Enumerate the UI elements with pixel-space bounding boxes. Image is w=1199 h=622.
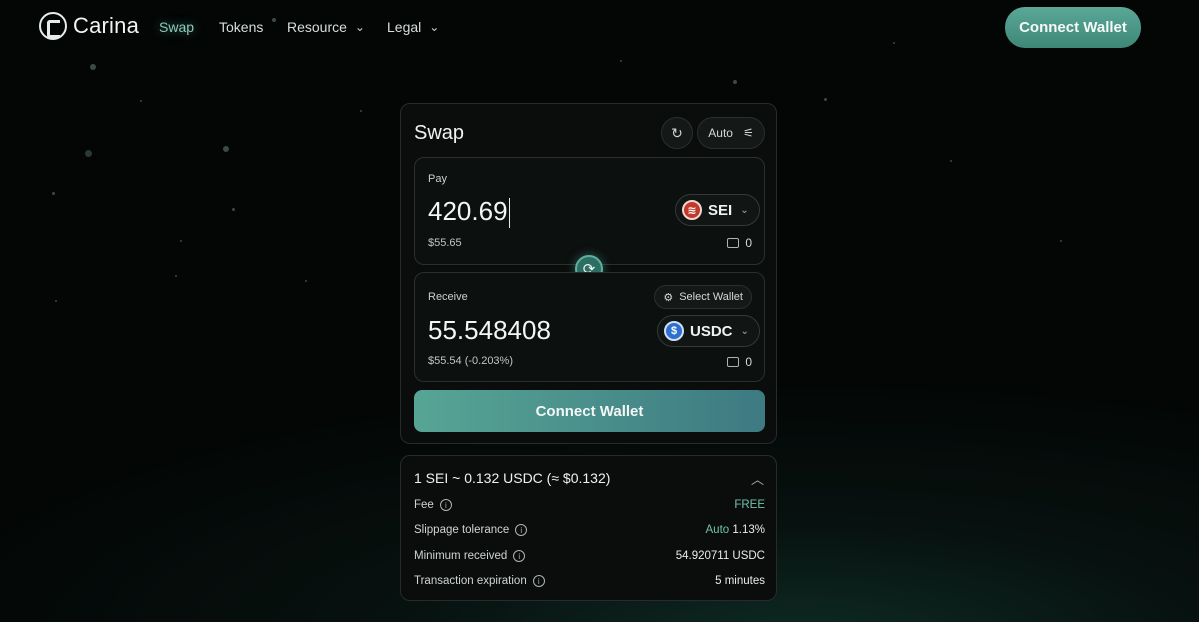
chevron-down-icon: ⌄ [429, 20, 440, 34]
star-decoration [950, 160, 952, 162]
fee-row: Fee i FREE [414, 499, 765, 511]
star-decoration [90, 64, 96, 70]
refresh-button[interactable]: ↻ [661, 117, 693, 149]
star-decoration [232, 208, 235, 211]
swap-details-card: 1 SEI ~ 0.132 USDC (≈ $0.132) ︿ Fee i FR… [400, 455, 777, 601]
usdc-token-icon: $ [664, 321, 684, 341]
nav-link-legal[interactable]: Legal ⌄ [387, 19, 439, 35]
receive-usd-value: $55.54 (-0.203%) [428, 355, 513, 367]
info-icon[interactable]: i [513, 550, 526, 562]
slippage-row: Slippage tolerance i Auto 1.13% [414, 524, 765, 536]
minimum-received-label: Minimum received [414, 550, 508, 562]
sliders-icon: ⚟ [742, 126, 754, 140]
nav-link-tokens[interactable]: Tokens [219, 19, 263, 35]
receive-balance: 0 [727, 355, 752, 369]
chevron-down-icon: ⌄ [740, 204, 749, 216]
pay-usd-value: $55.65 [428, 237, 462, 249]
receive-balance-value: 0 [745, 355, 752, 369]
minimum-received-row: Minimum received i 54.920711 USDC [414, 550, 765, 562]
slippage-auto-label: Auto [705, 524, 730, 536]
gear-icon: ⚙ [663, 291, 674, 304]
nav-link-resource-label: Resource [287, 19, 347, 35]
pay-balance-value: 0 [745, 236, 752, 250]
star-decoration [52, 192, 55, 195]
chevron-down-icon: ⌄ [740, 325, 749, 337]
nav-link-resource[interactable]: Resource ⌄ [287, 19, 365, 35]
slippage-settings-button[interactable]: Auto ⚟ [697, 117, 765, 149]
wallet-icon [727, 357, 740, 367]
info-icon[interactable]: i [532, 575, 545, 587]
top-navigation: Carina Swap Tokens Resource ⌄ Legal ⌄ Co… [0, 0, 1199, 56]
text-caret [508, 198, 510, 229]
exchange-rate: 1 SEI ~ 0.132 USDC (≈ $0.132) [414, 470, 611, 486]
receive-label: Receive [428, 291, 468, 303]
brand-logo[interactable]: Carina [39, 12, 139, 40]
fee-label: Fee [414, 499, 434, 511]
receive-amount: 55.548408 [428, 315, 551, 345]
refresh-icon: ↻ [671, 124, 683, 141]
star-decoration [180, 240, 182, 242]
pay-panel: Pay 420.69 ≋ SEI ⌄ $55.65 0 [414, 157, 765, 265]
fee-value: FREE [734, 499, 765, 511]
star-decoration [1060, 240, 1062, 242]
transaction-expiration-label: Transaction expiration [414, 575, 527, 587]
info-icon[interactable]: i [439, 499, 452, 511]
auto-label: Auto [708, 126, 733, 140]
info-icon[interactable]: i [515, 524, 528, 536]
star-decoration [305, 280, 307, 282]
nav-link-swap[interactable]: Swap [159, 19, 194, 35]
wallet-icon [727, 238, 740, 248]
transaction-expiration-row: Transaction expiration i 5 minutes [414, 575, 765, 587]
carina-logo-icon [39, 12, 67, 40]
connect-wallet-button[interactable]: Connect Wallet [414, 390, 765, 432]
star-decoration [140, 100, 142, 102]
star-decoration [733, 80, 737, 84]
connect-wallet-header-button[interactable]: Connect Wallet [1005, 7, 1141, 48]
swap-title: Swap [414, 122, 465, 144]
receive-token-select[interactable]: $ USDC ⌄ [657, 315, 760, 347]
pay-amount-input[interactable]: 420.69 [428, 196, 510, 229]
select-wallet-button[interactable]: ⚙ Select Wallet [654, 285, 752, 309]
brand-name: Carina [73, 13, 140, 38]
select-wallet-label: Select Wallet [679, 291, 743, 303]
pay-token-symbol: SEI [708, 201, 733, 219]
pay-balance: 0 [727, 236, 752, 250]
swap-card: Swap ↻ Auto ⚟ Pay 420.69 ≋ SEI ⌄ $55.65 … [400, 103, 777, 444]
star-decoration [360, 110, 362, 112]
receive-token-symbol: USDC [690, 322, 733, 340]
slippage-value: 1.13% [732, 524, 765, 536]
minimum-received-value: 54.920711 USDC [675, 550, 765, 562]
star-decoration [223, 146, 229, 152]
transaction-expiration-value: 5 minutes [715, 575, 765, 587]
chevron-down-icon: ⌄ [354, 20, 365, 34]
sei-token-icon: ≋ [682, 200, 702, 220]
star-decoration [620, 60, 622, 62]
pay-label: Pay [428, 173, 447, 185]
nav-link-legal-label: Legal [387, 19, 422, 35]
slippage-label: Slippage tolerance [414, 524, 510, 536]
pay-token-select[interactable]: ≋ SEI ⌄ [675, 194, 760, 226]
star-decoration [175, 275, 177, 277]
star-decoration [85, 150, 92, 157]
receive-panel: Receive ⚙ Select Wallet 55.548408 $ USDC… [414, 272, 765, 382]
star-decoration [824, 98, 827, 101]
collapse-chevron-up-icon[interactable]: ︿ [751, 469, 764, 488]
star-decoration [55, 300, 57, 302]
pay-amount-value: 420.69 [428, 196, 508, 226]
